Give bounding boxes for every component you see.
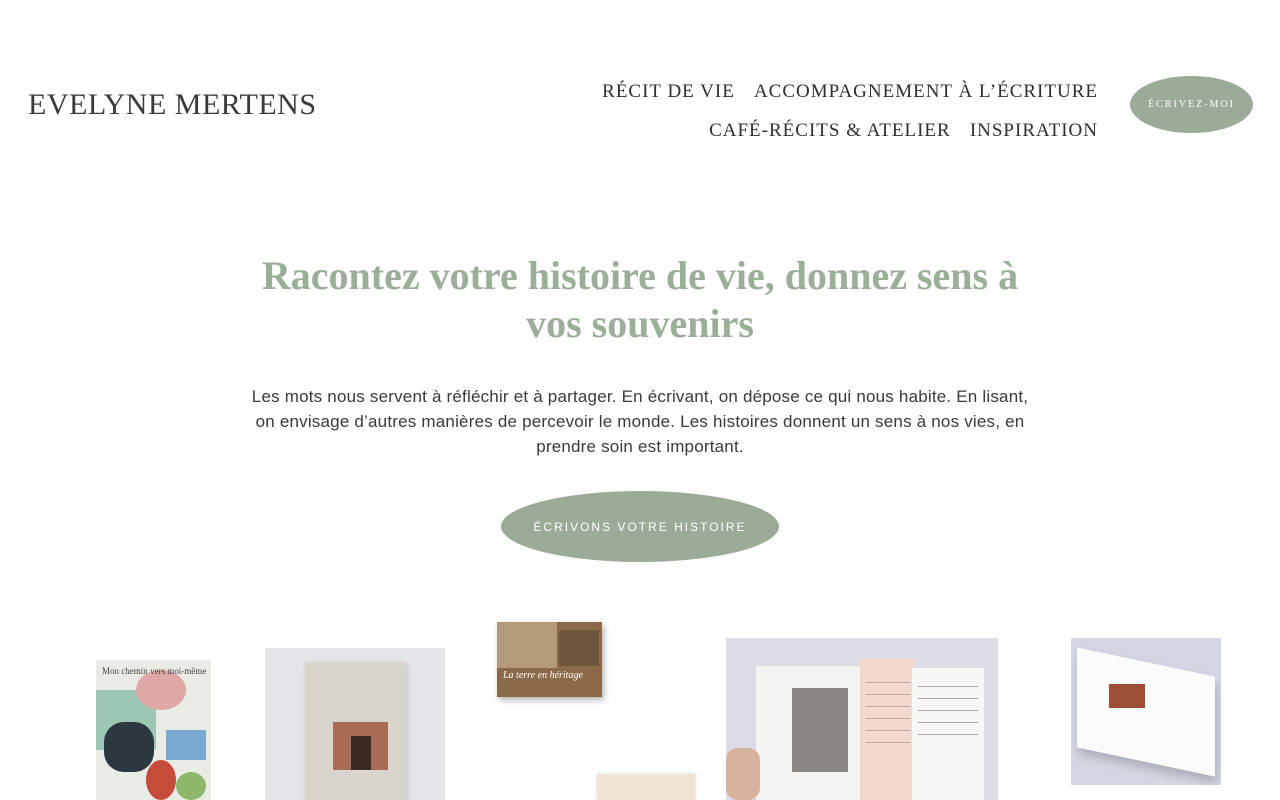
nav-item-cafe-recits[interactable]: CAFÉ-RÉCITS & ATELIER: [709, 111, 951, 150]
book-photo-pale: [265, 648, 445, 800]
book-photo-sepia: La terre en héritage: [497, 622, 602, 697]
contact-button[interactable]: ÉCRIVEZ-MOI: [1130, 76, 1253, 133]
hero-title: Racontez votre histoire de vie, donnez s…: [261, 253, 1019, 346]
book-photo-colorful: Mon chemin vers moi-même: [96, 660, 211, 800]
nav-item-recit-de-vie[interactable]: RÉCIT DE VIE: [602, 72, 735, 111]
main-nav: RÉCIT DE VIE ACCOMPAGNEMENT À L’ÉCRITURE…: [358, 72, 1098, 150]
book-box-photo: [1071, 638, 1221, 785]
hero-text: Les mots nous servent à réfléchir et à p…: [251, 387, 1029, 456]
write-story-button[interactable]: ÉCRIVONS VOTRE HISTOIRE: [501, 491, 779, 562]
nav-item-inspiration[interactable]: INSPIRATION: [970, 111, 1098, 150]
open-book-photo: [726, 638, 998, 800]
book-title: Mon chemin vers moi-même: [102, 666, 207, 676]
site-logo[interactable]: EVELYNE MERTENS: [28, 88, 317, 122]
book-title: La terre en héritage: [503, 670, 583, 681]
nav-item-accompagnement[interactable]: ACCOMPAGNEMENT À L’ÉCRITURE: [754, 72, 1098, 111]
book-photo-small: [597, 774, 695, 800]
